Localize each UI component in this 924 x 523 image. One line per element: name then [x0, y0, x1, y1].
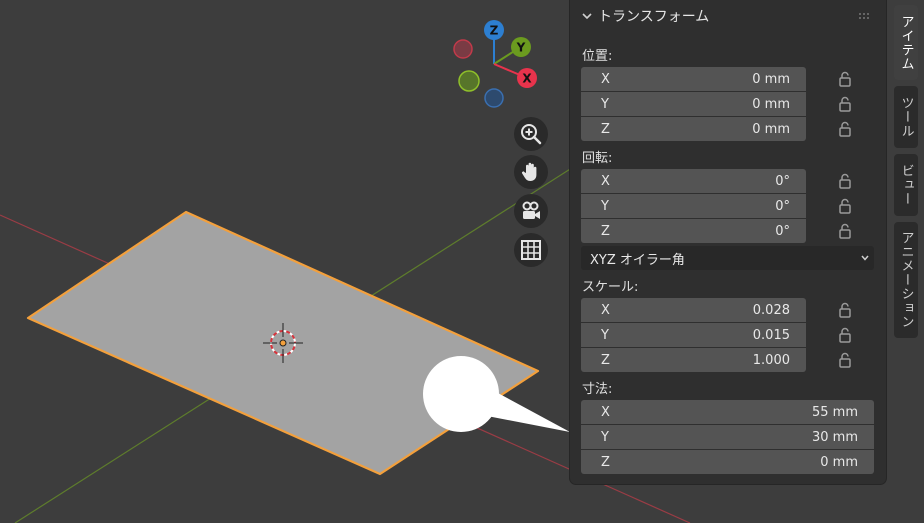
field-axis: Z: [601, 454, 610, 470]
dimensions-fields: X 55 mm Y 30 mm Z 0 mm: [581, 400, 874, 474]
rotation-x-field[interactable]: X 0°: [581, 169, 806, 193]
field-axis: Z: [601, 352, 610, 368]
lock-scale-y-icon[interactable]: [838, 327, 852, 343]
lock-rotation-y-icon[interactable]: [838, 198, 852, 214]
lock-rotation-x-icon[interactable]: [838, 173, 852, 189]
field-axis: X: [601, 173, 610, 189]
tab-label: アニメーション: [898, 231, 914, 329]
field-value: 55 mm: [811, 404, 858, 420]
rotation-label: 回転:: [582, 151, 613, 166]
transform-panel-header[interactable]: トランスフォーム: [570, 4, 878, 28]
field-value: 0 mm: [752, 96, 790, 112]
field-axis: Y: [601, 198, 609, 214]
rotation-fields: X 0° Y 0° Z 0°: [581, 169, 806, 243]
sidebar-panel: トランスフォーム 位置: X 0 mm Y 0 mm Z 0 mm 回転: X …: [570, 0, 886, 484]
tab-label: ツール: [898, 96, 914, 138]
tab-item[interactable]: アイテム: [894, 5, 918, 80]
lock-location-x-icon[interactable]: [838, 71, 852, 87]
chevron-down-icon: [861, 255, 869, 261]
scale-label: スケール:: [582, 280, 639, 295]
dimensions-x-field[interactable]: X 55 mm: [581, 400, 874, 424]
scale-y-field[interactable]: Y 0.015: [581, 323, 806, 347]
zoom-button[interactable]: [514, 117, 548, 151]
tab-label: ビュー: [898, 164, 914, 206]
field-axis: X: [601, 71, 610, 87]
scale-z-field[interactable]: Z 1.000: [581, 348, 806, 372]
field-axis: Y: [601, 429, 609, 445]
tab-tool[interactable]: ツール: [894, 86, 918, 148]
gizmo-neg-y-icon[interactable]: [458, 70, 480, 92]
drag-grip-icon[interactable]: [858, 12, 872, 20]
axis-gizmo[interactable]: Z Y X: [453, 20, 537, 108]
tab-label: アイテム: [898, 14, 914, 71]
camera-view-button[interactable]: [514, 194, 548, 228]
field-value: 0°: [775, 198, 790, 214]
field-axis: X: [601, 404, 610, 420]
lock-scale-x-icon[interactable]: [838, 302, 852, 318]
field-value: 0°: [775, 173, 790, 189]
rotation-mode-value: XYZ オイラー角: [590, 252, 685, 268]
panel-title: トランスフォーム: [598, 9, 710, 25]
rotation-y-field[interactable]: Y 0°: [581, 194, 806, 218]
gizmo-neg-z-icon[interactable]: [484, 88, 504, 108]
field-value: 0.015: [752, 327, 790, 343]
rotation-z-field[interactable]: Z 0°: [581, 219, 806, 243]
scale-fields: X 0.028 Y 0.015 Z 1.000: [581, 298, 806, 372]
dimensions-y-field[interactable]: Y 30 mm: [581, 425, 874, 449]
location-fields: X 0 mm Y 0 mm Z 0 mm: [581, 67, 806, 141]
tab-view[interactable]: ビュー: [894, 154, 918, 216]
field-value: 0 mm: [820, 454, 858, 470]
field-axis: Z: [601, 121, 610, 137]
lock-location-z-icon[interactable]: [838, 121, 852, 137]
location-label: 位置:: [582, 49, 613, 64]
field-value: 1.000: [752, 352, 790, 368]
lock-rotation-z-icon[interactable]: [838, 223, 852, 239]
gizmo-z-label: Z: [490, 24, 499, 38]
field-axis: Y: [601, 96, 609, 112]
field-value: 30 mm: [811, 429, 858, 445]
location-y-field[interactable]: Y 0 mm: [581, 92, 806, 116]
lock-location-y-icon[interactable]: [838, 96, 852, 112]
tab-animation[interactable]: アニメーション: [894, 222, 918, 338]
gizmo-neg-x-icon[interactable]: [453, 39, 473, 59]
dimensions-z-field[interactable]: Z 0 mm: [581, 450, 874, 474]
dimensions-label: 寸法:: [582, 382, 613, 397]
field-value: 0 mm: [752, 121, 790, 137]
grid-icon: [521, 240, 541, 260]
rotation-mode-dropdown[interactable]: XYZ オイラー角: [581, 246, 874, 270]
scale-x-field[interactable]: X 0.028: [581, 298, 806, 322]
pan-button[interactable]: [514, 155, 548, 189]
field-axis: Y: [601, 327, 609, 343]
gizmo-y-label: Y: [516, 41, 526, 55]
field-axis: X: [601, 302, 610, 318]
field-value: 0.028: [752, 302, 790, 318]
field-value: 0°: [775, 223, 790, 239]
gizmo-x-label: X: [522, 72, 532, 86]
zoom-icon: [521, 124, 542, 145]
location-x-field[interactable]: X 0 mm: [581, 67, 806, 91]
chevron-down-icon: [582, 13, 592, 20]
field-axis: Z: [601, 223, 610, 239]
field-value: 0 mm: [752, 71, 790, 87]
pan-hand-icon: [521, 162, 537, 181]
location-z-field[interactable]: Z 0 mm: [581, 117, 806, 141]
lock-scale-z-icon[interactable]: [838, 352, 852, 368]
camera-icon: [522, 201, 540, 219]
ortho-toggle-button[interactable]: [514, 233, 548, 267]
